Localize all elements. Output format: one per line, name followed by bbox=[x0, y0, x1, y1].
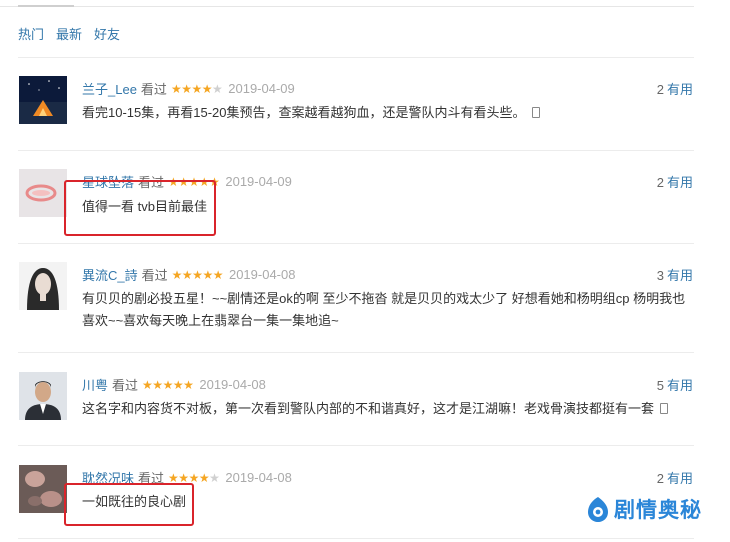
review-content: 有贝贝的剧必投五星！~~剧情还是ok的啊 至少不拖沓 就是贝贝的戏太少了 好想看… bbox=[82, 288, 692, 332]
mobile-icon bbox=[660, 403, 669, 414]
star-filled-icon: ★ bbox=[162, 377, 174, 392]
rating-stars: ★★★★★ bbox=[171, 267, 224, 282]
review-text: 看完10-15集，再看15-20集预告，查案越看越狗血，还是警队内斗有看头些。 bbox=[82, 105, 526, 120]
avatar[interactable] bbox=[19, 262, 67, 310]
username-link[interactable]: 兰子_Lee bbox=[82, 79, 137, 98]
review-text: 有贝贝的剧必投五星！~~剧情还是ok的啊 至少不拖沓 就是贝贝的戏太少了 好想看… bbox=[82, 291, 686, 328]
useful-votes: 5 有用 bbox=[657, 375, 693, 394]
top-divider bbox=[0, 6, 694, 7]
divider bbox=[18, 445, 694, 446]
vote-count: 2 bbox=[656, 175, 664, 190]
useful-button[interactable]: 有用 bbox=[667, 268, 693, 283]
watched-label: 看过 bbox=[141, 268, 168, 283]
avatar[interactable] bbox=[19, 76, 67, 124]
star-filled-icon: ★ bbox=[183, 377, 194, 392]
watermark-text: 剧情奥秘 bbox=[614, 498, 702, 522]
review-date: 2019-04-09 bbox=[225, 174, 292, 189]
tab-friends[interactable]: 好友 bbox=[94, 24, 120, 43]
review-date: 2019-04-08 bbox=[199, 377, 266, 392]
vote-count: 5 bbox=[656, 378, 664, 393]
tab-latest[interactable]: 最新 bbox=[56, 24, 82, 43]
star-filled-icon: ★ bbox=[201, 81, 213, 96]
star-filled-icon: ★ bbox=[142, 377, 153, 392]
star-filled-icon: ★ bbox=[152, 377, 163, 392]
watched-label: 看过 bbox=[140, 82, 167, 97]
star-filled-icon: ★ bbox=[181, 81, 192, 96]
mobile-icon bbox=[531, 107, 540, 118]
username-link[interactable]: 川粤 bbox=[82, 375, 108, 394]
vote-count: 3 bbox=[656, 268, 664, 283]
star-filled-icon: ★ bbox=[170, 81, 182, 96]
star-filled-icon: ★ bbox=[181, 267, 193, 282]
useful-votes: 2 有用 bbox=[657, 172, 693, 191]
star-filled-icon: ★ bbox=[191, 81, 202, 96]
divider bbox=[18, 538, 694, 539]
star-empty-icon: ★ bbox=[212, 81, 223, 96]
active-section-indicator bbox=[18, 5, 74, 7]
star-filled-icon: ★ bbox=[171, 267, 183, 282]
star-filled-icon: ★ bbox=[212, 267, 224, 282]
review-meta: 兰子_Lee 看过 ★★★★★ 2019-04-09 bbox=[82, 79, 295, 98]
avatar[interactable] bbox=[19, 465, 67, 513]
highlight-box bbox=[64, 180, 216, 236]
review-content: 看完10-15集，再看15-20集预告，查案越看越狗血，还是警队内斗有看头些。 bbox=[82, 102, 692, 124]
useful-button[interactable]: 有用 bbox=[667, 175, 693, 190]
star-filled-icon: ★ bbox=[198, 470, 210, 485]
avatar[interactable] bbox=[19, 372, 67, 420]
divider bbox=[18, 57, 694, 58]
username-link[interactable]: 異流C_詩 bbox=[82, 265, 138, 284]
divider bbox=[18, 352, 694, 353]
watched-label: 看过 bbox=[112, 378, 139, 393]
review-text: 这名字和内容货不对板，第一次看到警队内部的不和谐真好，这才是江湖嘛！老戏骨演技都… bbox=[82, 401, 655, 416]
avatar[interactable] bbox=[19, 169, 67, 217]
rating-stars: ★★★★★ bbox=[142, 377, 194, 392]
vote-count: 2 bbox=[656, 471, 664, 486]
useful-votes: 2 有用 bbox=[657, 468, 693, 487]
star-filled-icon: ★ bbox=[172, 377, 184, 392]
watermark: 剧情奥秘 bbox=[586, 494, 702, 524]
useful-button[interactable]: 有用 bbox=[667, 471, 693, 486]
useful-button[interactable]: 有用 bbox=[667, 378, 693, 393]
review-date: 2019-04-09 bbox=[228, 81, 295, 96]
review-meta: 異流C_詩 看过 ★★★★★ 2019-04-08 bbox=[82, 265, 295, 284]
useful-button[interactable]: 有用 bbox=[667, 82, 693, 97]
review-date: 2019-04-08 bbox=[225, 470, 292, 485]
useful-votes: 3 有用 bbox=[657, 265, 693, 284]
star-filled-icon: ★ bbox=[202, 267, 213, 282]
review-date: 2019-04-08 bbox=[228, 267, 296, 282]
vote-count: 2 bbox=[656, 82, 664, 97]
review-meta: 川粤 看过 ★★★★★ 2019-04-08 bbox=[82, 375, 266, 394]
star-filled-icon: ★ bbox=[192, 267, 203, 282]
useful-votes: 2 有用 bbox=[657, 79, 693, 98]
sort-tabs: 热门 最新 好友 bbox=[18, 24, 132, 43]
watermark-logo-icon bbox=[588, 497, 608, 522]
review-content: 这名字和内容货不对板，第一次看到警队内部的不和谐真好，这才是江湖嘛！老戏骨演技都… bbox=[82, 398, 692, 420]
highlight-box bbox=[64, 483, 194, 526]
divider bbox=[18, 243, 694, 244]
star-empty-icon: ★ bbox=[209, 470, 220, 485]
rating-stars: ★★★★★ bbox=[170, 81, 223, 96]
divider bbox=[18, 150, 694, 151]
tab-hot[interactable]: 热门 bbox=[18, 24, 44, 43]
